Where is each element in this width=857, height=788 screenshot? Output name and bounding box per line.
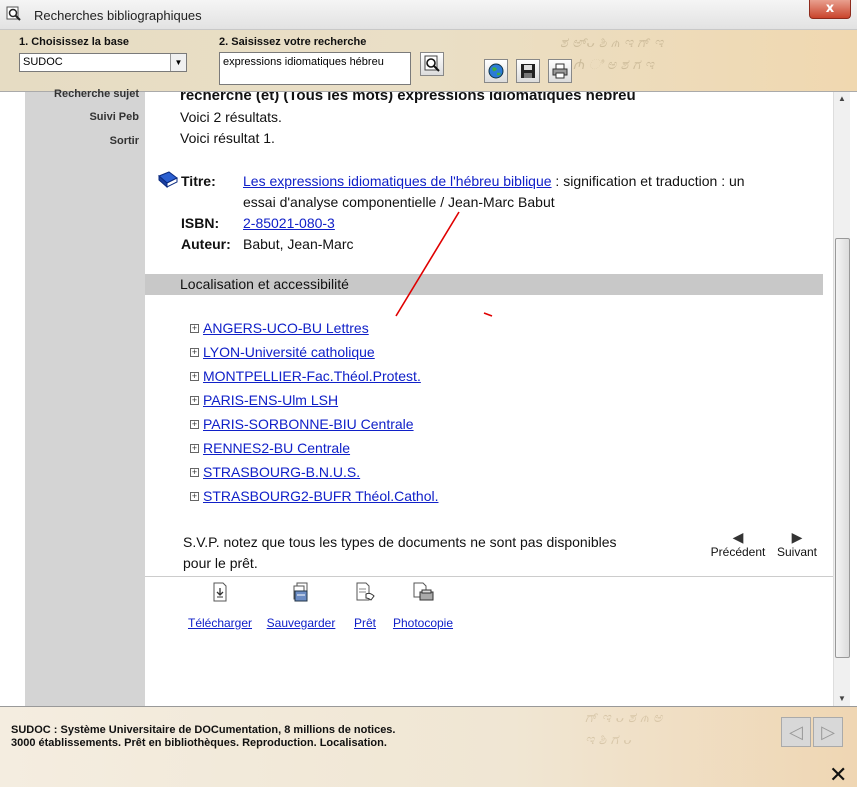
vertical-scrollbar[interactable]: ▲ ▼ [833, 92, 850, 706]
annotation-line [395, 211, 460, 317]
search-label: 2. Saisissez votre recherche [219, 36, 367, 48]
footer: ಗ್ ಇ ᴗ ಶ ₼ ಅಇ ಶಿ ಗ ᴗ SUDOC : Système Uni… [0, 706, 857, 788]
arrow-right-icon: ▷ [821, 722, 835, 742]
notice-line-1: S.V.P. notez que tous les types de docum… [183, 534, 617, 550]
next-button[interactable]: ▶ Suivant [773, 529, 821, 559]
annotation-tick [483, 312, 493, 317]
divider [145, 576, 833, 577]
arrow-left-icon: ◁ [789, 722, 803, 742]
search-icon [424, 55, 440, 72]
search-header: ಶ ಅ್ᴗ ಶಿ ₼ ಇ ಗ್ ಇᴗ ₼ ಿ ಅ ಶ ಗ ಇ 1. Choisi… [0, 30, 857, 92]
base-select[interactable]: SUDOC ▼ [19, 53, 187, 72]
close-window-button[interactable]: x [809, 0, 851, 19]
scroll-down-icon[interactable]: ▼ [834, 692, 850, 706]
previous-button[interactable]: ◀ Précédent [707, 529, 769, 559]
search-app-icon [6, 6, 21, 21]
scroll-up-icon[interactable]: ▲ [834, 92, 850, 106]
previous-label: Précédent [710, 545, 766, 559]
download-link[interactable]: Télécharger [188, 616, 252, 630]
triangle-right-icon: ▶ [791, 529, 803, 545]
loan-document-icon [356, 582, 375, 601]
exit-close-icon[interactable]: ✕ [829, 763, 847, 788]
footer-manuscript-decoration: ಗ್ ಇ ᴗ ಶ ₼ ಅಇ ಶಿ ಗ ᴗ [585, 710, 663, 748]
photocopy-action[interactable]: Photocopie [388, 582, 458, 630]
save-disk-button[interactable] [516, 59, 540, 83]
title-bar: Recherches bibliographiques x [0, 0, 857, 30]
notice-line-2: pour le prêt. [183, 555, 258, 571]
globe-icon [488, 63, 504, 79]
footer-description: SUDOC : Système Universitaire de DOCumen… [11, 724, 395, 750]
next-label: Suivant [776, 545, 818, 559]
photocopy-icon [413, 582, 434, 601]
window-title: Recherches bibliographiques [34, 8, 202, 23]
photocopy-link[interactable]: Photocopie [393, 616, 453, 630]
loan-link[interactable]: Prêt [354, 616, 376, 630]
download-action[interactable]: Télécharger [185, 582, 255, 630]
search-input[interactable]: expressions idiomatiques hébreu [219, 52, 411, 85]
sidebar-item-sortir[interactable]: Sortir [110, 135, 139, 147]
scrollbar-thumb[interactable] [835, 238, 850, 658]
base-select-value: SUDOC [23, 56, 63, 68]
download-document-icon [213, 582, 227, 602]
printer-icon [552, 63, 568, 79]
footer-line-1: SUDOC : Système Universitaire de DOCumen… [11, 724, 396, 736]
sidebar-item-recherche-sujet[interactable]: Recherche sujet [54, 88, 139, 100]
triangle-left-icon: ◀ [732, 529, 744, 545]
save-documents-icon [293, 582, 308, 602]
search-button[interactable] [420, 52, 444, 76]
loan-action[interactable]: Prêt [347, 582, 383, 630]
footer-next-button[interactable]: ▷ [813, 717, 843, 747]
sidebar: Recherche sujet Suivi Peb Sortir [25, 88, 145, 706]
save-action[interactable]: Sauvegarder [264, 582, 338, 630]
footer-previous-button[interactable]: ◁ [781, 717, 811, 747]
sidebar-item-suivi-peb[interactable]: Suivi Peb [89, 111, 139, 123]
results-panel: recherche (et) (Tous les mots) expressio… [145, 92, 833, 706]
base-label: 1. Choisissez la base [19, 36, 130, 48]
floppy-disk-icon [521, 64, 535, 78]
chevron-down-icon[interactable]: ▼ [170, 54, 186, 71]
manuscript-background-decoration: ಶ ಅ್ᴗ ಶಿ ₼ ಇ ಗ್ ಇᴗ ₼ ಿ ಅ ಶ ಗ ಇ [560, 35, 663, 73]
web-button[interactable] [484, 59, 508, 83]
footer-line-2: 3000 établissements. Prêt en bibliothèqu… [11, 737, 387, 749]
print-button[interactable] [548, 59, 572, 83]
save-link[interactable]: Sauvegarder [267, 616, 336, 630]
